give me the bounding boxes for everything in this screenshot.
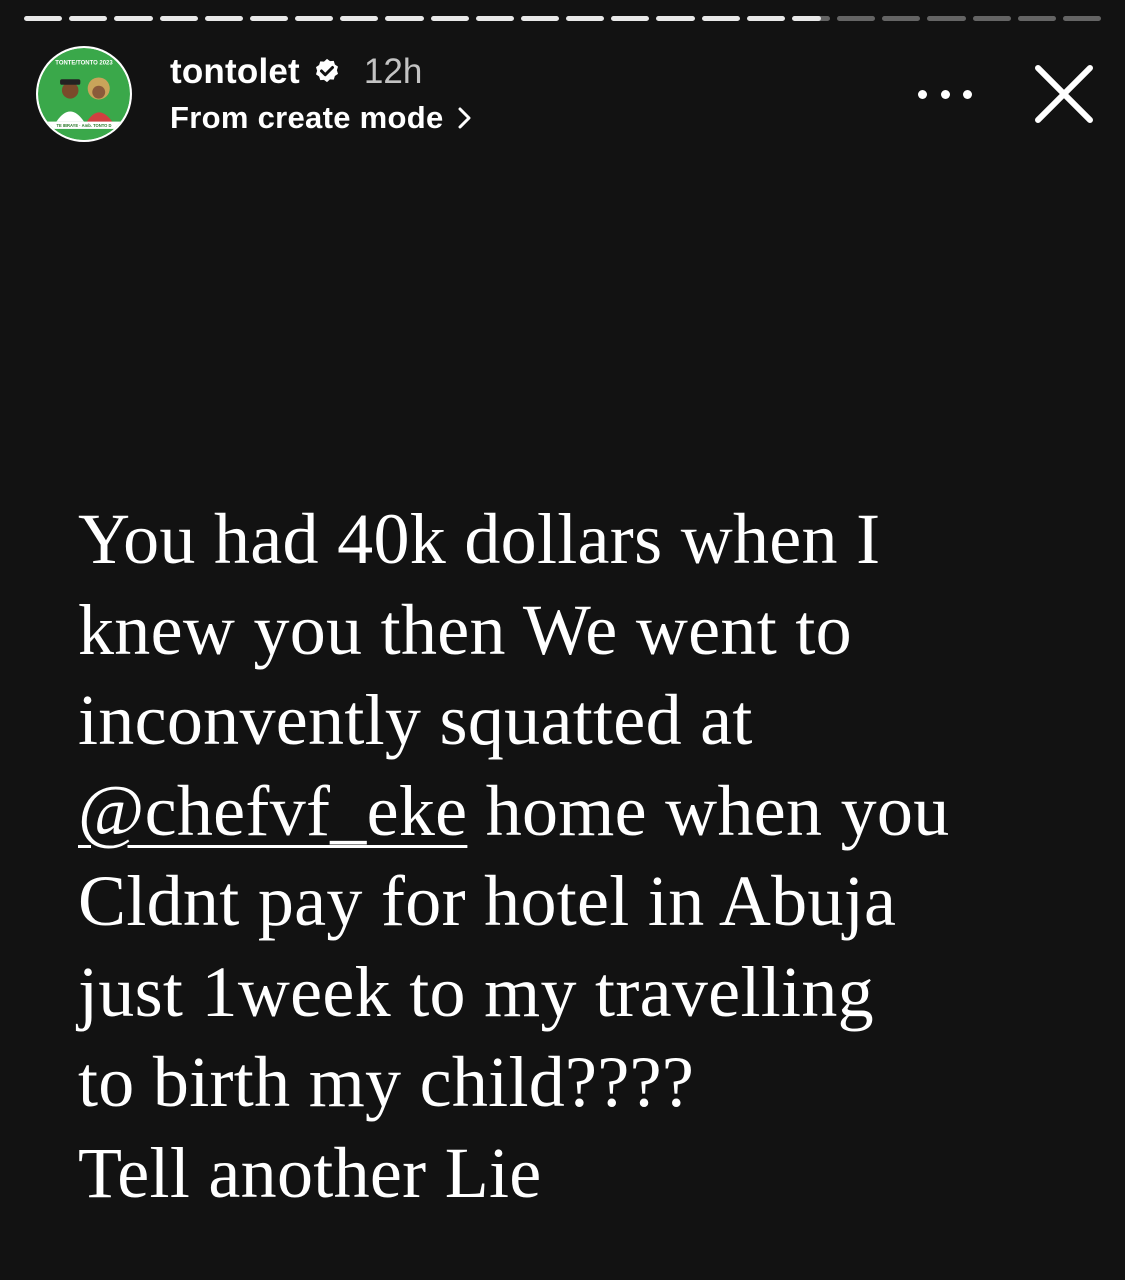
story-text-line: just 1week to my travelling: [78, 951, 874, 1032]
progress-segment-fill: [340, 16, 379, 21]
progress-segment-fill: [69, 16, 108, 21]
progress-segment: [927, 16, 966, 21]
subtitle-label: From create mode: [170, 100, 444, 135]
avatar-top-text: TONTE/TONTO 2023: [55, 61, 113, 67]
progress-segment: [1062, 16, 1102, 21]
progress-segment: [701, 16, 740, 21]
progress-segment: [791, 16, 831, 21]
progress-segment: [520, 16, 560, 21]
progress-segment-fill: [159, 16, 198, 21]
story-text-line: Tell another Lie: [78, 1132, 542, 1213]
progress-segment: [295, 16, 334, 21]
progress-segment-fill: [701, 16, 740, 21]
story-text-line: @chefvf_eke home when you: [78, 766, 1078, 857]
progress-segment-fill: [611, 16, 650, 21]
progress-segment-fill: [385, 16, 424, 21]
more-dot: [963, 89, 972, 99]
username[interactable]: tontolet: [170, 52, 300, 92]
more-dot: [940, 89, 950, 99]
story-text-line: knew you then We went to: [78, 589, 852, 670]
close-icon[interactable]: [1032, 62, 1096, 126]
story-text-line: Cldnt pay for hotel in Abuja: [78, 861, 897, 941]
progress-segment-fill: [791, 16, 821, 21]
story-text-line: You had 40k dollars when I: [78, 499, 881, 579]
avatar[interactable]: TONTE/TONTO 2023 TE IBRAYE · Amb. TONTO …: [36, 46, 132, 142]
progress-segment: [385, 16, 424, 21]
story-timestamp: 12h: [363, 52, 423, 91]
progress-segment: [882, 16, 921, 21]
progress-segment-fill: [475, 16, 514, 21]
progress-segment-fill: [656, 16, 695, 21]
progress-segment: [159, 16, 198, 21]
progress-segment-fill: [114, 16, 153, 21]
create-mode-link[interactable]: From create mode: [170, 98, 474, 138]
progress-segment: [611, 16, 650, 21]
progress-segment: [475, 16, 514, 21]
progress-segment: [114, 16, 153, 21]
story-text-line: to birth my child????: [78, 1042, 695, 1122]
progress-segment: [972, 16, 1011, 21]
progress-segment: [566, 16, 605, 21]
progress-segment-fill: [295, 16, 334, 21]
progress-segment-fill: [746, 16, 785, 21]
progress-segment: [837, 16, 876, 21]
progress-segment: [1017, 16, 1056, 21]
progress-segment: [656, 16, 695, 21]
avatar-bottom-text: TE IBRAYE · Amb. TONTO D: [56, 123, 111, 128]
mention-link[interactable]: @chefvf_eke: [78, 771, 467, 851]
progress-segment-fill: [520, 16, 560, 21]
more-options-icon[interactable]: [918, 80, 972, 108]
more-dot: [918, 89, 927, 99]
story-text: You had 40k dollars when I knew you then…: [78, 494, 1078, 1218]
story-header: tontolet 12h: [170, 50, 422, 94]
progress-segment-fill: [24, 16, 63, 21]
chevron-right-icon: [458, 107, 471, 129]
progress-segment: [204, 16, 243, 21]
avatar-image: TONTE/TONTO 2023 TE IBRAYE · Amb. TONTO …: [38, 48, 130, 140]
progress-segment: [746, 16, 785, 21]
story-progress-bar: [24, 16, 1102, 21]
progress-segment-fill: [204, 16, 243, 21]
progress-segment: [340, 16, 379, 21]
progress-segment: [69, 16, 108, 21]
verified-badge-icon: [315, 58, 338, 83]
progress-segment-fill: [249, 16, 289, 21]
progress-segment-fill: [566, 16, 605, 21]
story-text-line: inconvently squatted at: [78, 680, 753, 760]
progress-segment: [249, 16, 289, 21]
progress-segment: [24, 16, 63, 21]
progress-segment: [430, 16, 469, 21]
story-text-fragment: home when you: [467, 770, 950, 851]
progress-segment-fill: [430, 16, 469, 21]
